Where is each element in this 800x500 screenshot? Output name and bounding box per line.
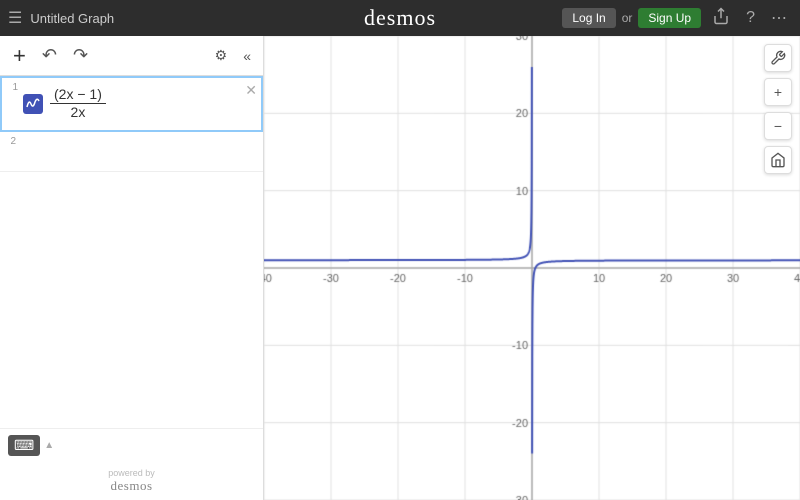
more-options-button[interactable]: ⋯: [766, 6, 792, 30]
menu-icon[interactable]: ☰: [8, 8, 22, 28]
zoom-out-button[interactable]: −: [764, 112, 792, 140]
keyboard-button[interactable]: ⌨: [8, 435, 40, 456]
settings-button[interactable]: ⚙: [209, 45, 234, 66]
add-expression-button[interactable]: +: [8, 41, 31, 71]
powered-by-label: powered by: [6, 468, 257, 478]
wave-icon: [23, 94, 43, 114]
graph-controls: + −: [764, 44, 792, 174]
signup-button[interactable]: Sign Up: [638, 8, 701, 28]
fraction-expression: (2x − 1) 2x: [50, 86, 106, 121]
graph-title: Untitled Graph: [30, 11, 562, 26]
graph-canvas: [264, 36, 800, 500]
undo-button[interactable]: ↶: [37, 43, 62, 68]
expr-content-1: (2x − 1) 2x: [46, 78, 261, 129]
zoom-in-button[interactable]: +: [764, 78, 792, 106]
sidebar: + ↶ ↷ ⚙ « 1 (2x − 1): [0, 36, 264, 500]
keyboard-area: ⌨ ▲: [0, 428, 263, 462]
expr-number-1: 1: [2, 78, 20, 93]
denominator: 2x: [67, 104, 90, 121]
sidebar-toolbar: + ↶ ↷ ⚙ «: [0, 36, 263, 76]
expr-icon-1: [20, 78, 46, 130]
wrench-button[interactable]: [764, 44, 792, 72]
expression-item-1[interactable]: 1 (2x − 1) 2x ✕: [0, 76, 263, 132]
header: ☰ Untitled Graph desmos Log In or Sign U…: [0, 0, 800, 36]
graph-area[interactable]: + −: [264, 36, 800, 500]
expr-number-2: 2: [0, 132, 18, 147]
expression-item-2[interactable]: 2: [0, 132, 263, 172]
header-right: Log In or Sign Up ? ⋯: [562, 5, 792, 32]
login-button[interactable]: Log In: [562, 8, 615, 28]
powered-by-area: powered by desmos: [0, 462, 263, 500]
or-label: or: [622, 11, 633, 25]
keyboard-label: ▲: [44, 440, 54, 451]
main-area: + ↶ ↷ ⚙ « 1 (2x − 1): [0, 36, 800, 500]
numerator: (2x − 1): [50, 86, 106, 104]
help-button[interactable]: ?: [741, 7, 760, 29]
powered-logo: desmos: [6, 478, 257, 494]
expression-close-button-1[interactable]: ✕: [245, 82, 257, 99]
redo-button[interactable]: ↷: [68, 43, 93, 68]
desmos-logo: desmos: [364, 5, 436, 31]
collapse-button[interactable]: «: [239, 46, 255, 66]
share-button[interactable]: [707, 5, 735, 32]
expression-list: 1 (2x − 1) 2x ✕ 2: [0, 76, 263, 252]
home-button[interactable]: [764, 146, 792, 174]
expr-content-2: [18, 132, 263, 148]
